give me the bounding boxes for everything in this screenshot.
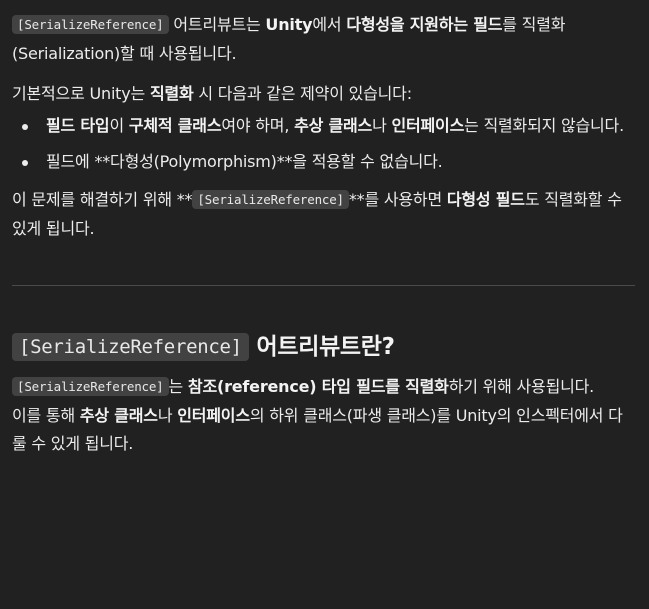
bold-text: 참조(reference) 타입 필드를 직렬화: [187, 377, 449, 396]
section-heading: [SerializeReference] 어트리뷰트란?: [12, 332, 635, 363]
inline-code-serialize-reference: [SerializeReference]: [12, 377, 169, 396]
bold-text: 다형성을 지원하는 필드: [346, 15, 503, 34]
bold-text: 직렬화: [149, 84, 194, 103]
bold-text: 구체적 클래스: [128, 116, 222, 135]
text: 이 문제를 해결하기 위해 **: [12, 190, 193, 209]
text: 나: [372, 116, 392, 135]
inline-code-serialize-reference: [SerializeReference]: [12, 333, 249, 361]
text: **를 사용하면: [348, 190, 447, 209]
text: 에서: [312, 15, 347, 34]
text: 어트리뷰트는: [168, 15, 266, 34]
text: 이: [109, 116, 129, 135]
usage-paragraph: 이를 통해 추상 클래스나 인터페이스의 하위 클래스(파생 클래스)를 Uni…: [12, 402, 635, 458]
text: 기본적으로 Unity는: [12, 84, 150, 103]
solution-paragraph: 이 문제를 해결하기 위해 ** [SerializeReference] **를 …: [12, 186, 635, 243]
bullet-icon: [22, 160, 28, 166]
constraints-list: 필드 타입이 구체적 클래스여야 하며, 추상 클래스나 인터페이스는 직렬화되…: [12, 112, 635, 176]
text: 는: [168, 377, 188, 396]
definition-paragraph: [SerializeReference] 는 참조(reference) 타입 필…: [12, 373, 635, 402]
bold-text: 인터페이스: [391, 116, 465, 135]
bold-text: 인터페이스: [177, 406, 250, 425]
document: [SerializeReference] 어트리뷰트는 Unity에서 다형성을…: [0, 0, 649, 609]
inline-code-serialize-reference: [SerializeReference]: [12, 15, 169, 34]
text: 필드에 **다형성(Polymorphism)**을 적용할 수 없습니다.: [46, 152, 443, 171]
text: 여야 하며,: [221, 116, 295, 135]
bold-text: Unity: [265, 15, 313, 34]
bullet-icon: [22, 124, 28, 130]
list-item: 필드에 **다형성(Polymorphism)**을 적용할 수 없습니다.: [12, 148, 635, 176]
inline-code-serialize-reference: [SerializeReference]: [192, 190, 349, 209]
bold-text: 추상 클래스: [294, 116, 373, 135]
heading-text: 어트리뷰트란?: [248, 334, 395, 360]
text: 시 다음과 같은 제약이 있습니다:: [193, 84, 412, 103]
list-item: 필드 타입이 구체적 클래스여야 하며, 추상 클래스나 인터페이스는 직렬화되…: [12, 112, 635, 140]
text: 는 직렬화되지 않습니다.: [464, 116, 624, 135]
bold-text: 필드 타입: [46, 116, 110, 135]
bold-text: 다형성 필드: [446, 190, 525, 209]
text: 나: [157, 406, 178, 425]
section-divider: [12, 285, 635, 286]
text: 하기 위해 사용됩니다.: [448, 377, 595, 396]
text: 이를 통해: [12, 406, 80, 425]
bold-text: 추상 클래스: [79, 406, 158, 425]
constraints-paragraph: 기본적으로 Unity는 직렬화 시 다음과 같은 제약이 있습니다:: [12, 80, 635, 108]
intro-paragraph: [SerializeReference] 어트리뷰트는 Unity에서 다형성을…: [12, 0, 635, 68]
